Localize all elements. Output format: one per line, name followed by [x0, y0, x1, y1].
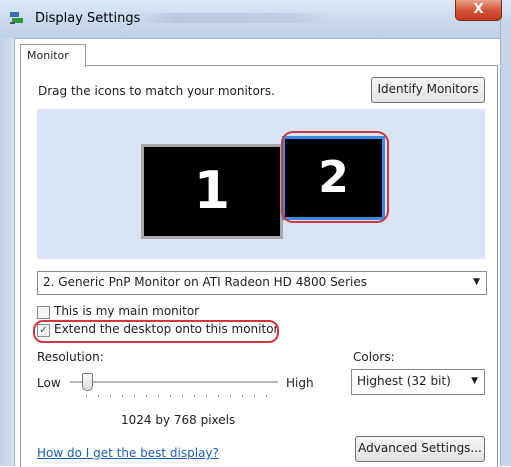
colors-dropdown-value: Highest (32 bit) — [357, 374, 451, 388]
extend-desktop-highlight — [33, 320, 279, 343]
instruction-text: Drag the icons to match your monitors. — [38, 84, 275, 98]
resolution-high-label: High — [286, 376, 314, 390]
resolution-slider-ticks — [86, 395, 272, 398]
resolution-label: Resolution: — [37, 350, 104, 364]
window-frame-left — [0, 38, 15, 466]
close-button[interactable]: X — [455, 0, 502, 21]
best-display-help-link[interactable]: How do I get the best display? — [37, 446, 219, 460]
colors-label: Colors: — [353, 350, 395, 364]
display-settings-icon — [10, 12, 23, 24]
advanced-settings-button[interactable]: Advanced Settings... — [355, 436, 485, 462]
monitor-1-icon[interactable]: 1 — [141, 144, 283, 239]
identify-monitors-button[interactable]: Identify Monitors — [371, 77, 485, 103]
window-title: Display Settings — [35, 11, 141, 26]
colors-dropdown[interactable]: Highest (32 bit) ▼ — [351, 369, 485, 395]
monitor-2-highlight — [281, 131, 389, 223]
tab-monitor[interactable]: Monitor — [20, 44, 86, 67]
monitor-dropdown-value: 2. Generic PnP Monitor on ATI Radeon HD … — [43, 275, 367, 289]
title-bar: Display Settings X — [0, 0, 511, 39]
chevron-down-icon: ▼ — [473, 277, 480, 287]
resolution-low-label: Low — [37, 376, 61, 390]
monitor-dropdown[interactable]: 2. Generic PnP Monitor on ATI Radeon HD … — [37, 271, 487, 295]
resolution-slider-thumb[interactable] — [82, 373, 93, 391]
chevron-down-icon: ▼ — [471, 376, 478, 386]
title-blurred-text — [135, 13, 330, 23]
window-frame-right — [500, 20, 511, 466]
main-monitor-checkbox[interactable] — [37, 306, 50, 319]
resolution-value: 1024 by 768 pixels — [121, 413, 236, 427]
resolution-slider-track[interactable] — [70, 381, 278, 384]
main-monitor-label: This is my main monitor — [54, 304, 200, 318]
